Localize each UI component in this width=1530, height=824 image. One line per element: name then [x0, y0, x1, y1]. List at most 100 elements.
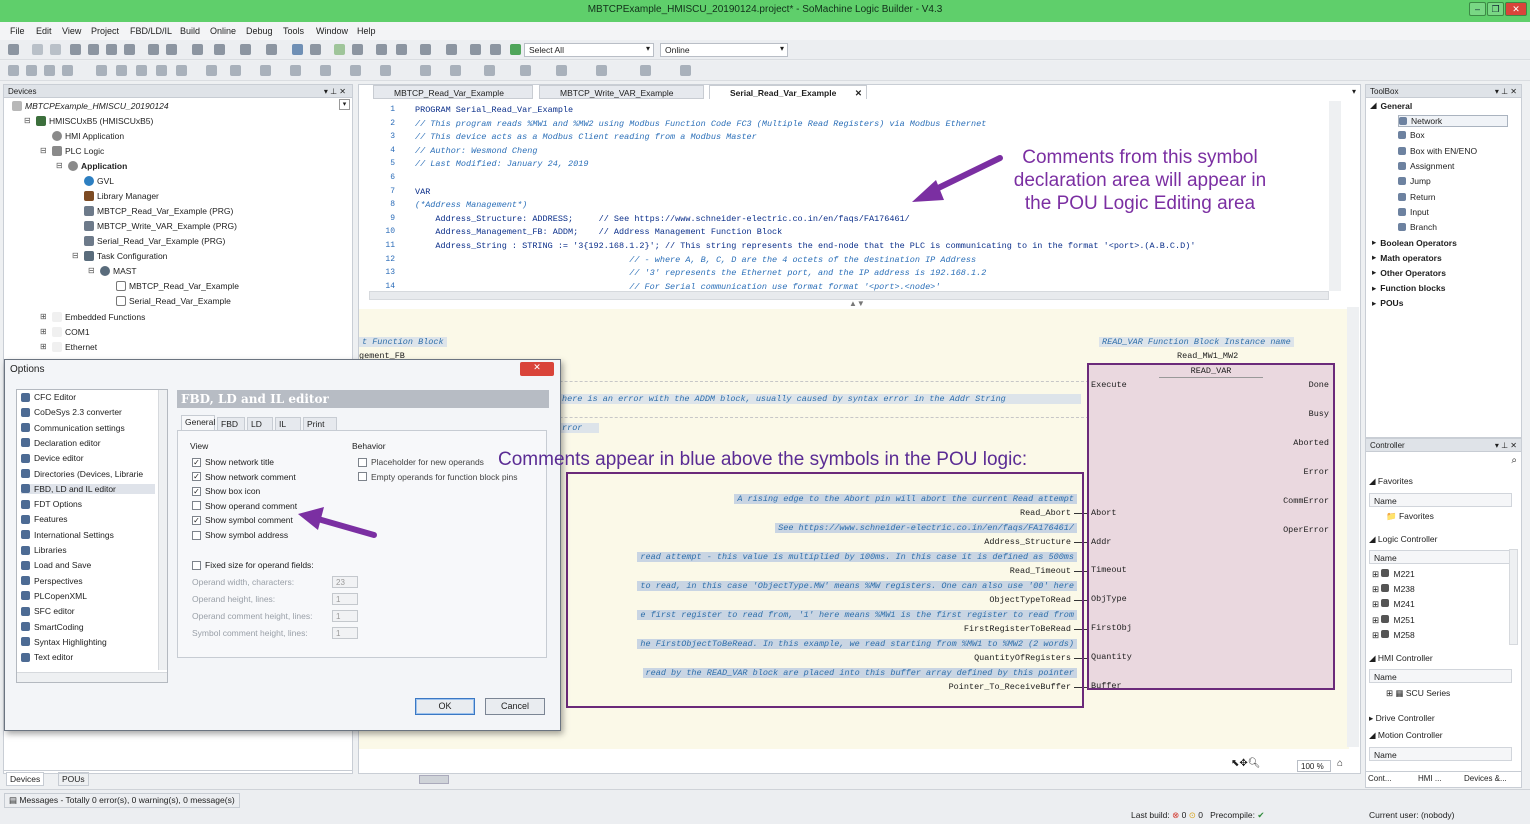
options-category[interactable]: Device editor — [21, 453, 84, 463]
toolbox-item[interactable]: Branch — [1398, 222, 1437, 232]
code-line[interactable]: // Last Modified: January 24, 2019 — [415, 159, 588, 169]
options-tab[interactable]: LD — [247, 417, 273, 431]
jump-icon[interactable] — [62, 65, 73, 76]
contact-icon[interactable] — [96, 65, 107, 76]
find-icon[interactable] — [148, 44, 159, 55]
tree-icon[interactable] — [640, 65, 651, 76]
spin-field[interactable]: 1 — [332, 627, 358, 639]
add-object-icon[interactable] — [214, 44, 225, 55]
behavior-checkbox[interactable]: Placeholder for new operands — [358, 457, 484, 467]
comment-icon[interactable] — [420, 65, 431, 76]
build-icon[interactable] — [240, 44, 251, 55]
tree-node-embedded[interactable]: Embedded Functions — [52, 312, 145, 322]
code-line[interactable]: // Author: Wesmond Cheng — [415, 146, 537, 156]
tab-pous[interactable]: POUs — [58, 772, 89, 786]
menu-file[interactable]: File — [10, 26, 25, 36]
code-line[interactable]: PROGRAM Serial_Read_Var_Example — [415, 105, 573, 115]
set-coil-icon[interactable] — [156, 65, 167, 76]
tree-dropdown[interactable]: ▾ — [339, 99, 350, 110]
tree-node-mast[interactable]: MAST — [100, 266, 137, 276]
group-logic-controller[interactable]: ◢ Logic Controller — [1369, 534, 1437, 545]
expand-icon[interactable]: ⊞ — [40, 327, 47, 336]
logic-vertical-scrollbar[interactable] — [1347, 307, 1359, 747]
tree-node-task1[interactable]: MBTCP_Read_Var_Example — [116, 281, 239, 291]
zoom-icon[interactable]: ⌂ — [1337, 758, 1343, 769]
expand-icon[interactable]: ⊟ — [40, 146, 47, 155]
toolbox-item[interactable]: Jump — [1398, 176, 1431, 186]
spin-field[interactable]: 23 — [332, 576, 358, 588]
hmi-item[interactable]: ⊞ ▦ SCU Series — [1386, 688, 1450, 699]
print-icon[interactable] — [8, 44, 19, 55]
expand-icon[interactable]: ⊟ — [56, 161, 63, 170]
list-scrollbar[interactable] — [158, 390, 167, 670]
model-item[interactable]: ⊞ M221 — [1372, 569, 1415, 580]
column-name[interactable]: Name — [1369, 747, 1512, 761]
label-icon[interactable] — [380, 65, 391, 76]
options-category[interactable]: Libraries — [21, 545, 67, 555]
options-category[interactable]: SmartCoding — [21, 622, 84, 632]
toggle-icon[interactable] — [450, 65, 461, 76]
tree-node-task-config[interactable]: Task Configuration — [84, 251, 167, 261]
group-hmi-controller[interactable]: ◢ HMI Controller — [1369, 653, 1433, 664]
fixed-size-checkbox[interactable]: Fixed size for operand fields: — [192, 560, 314, 570]
view-checkbox[interactable]: Show symbol address — [192, 530, 288, 540]
options-category[interactable]: CFC Editor — [21, 392, 76, 402]
column-name[interactable]: Name — [1369, 493, 1512, 507]
group-motion-controller[interactable]: ◢ Motion Controller — [1369, 730, 1443, 741]
menu-window[interactable]: Window — [316, 26, 348, 36]
toolbox-group-general[interactable]: ◢ General — [1370, 100, 1412, 111]
menu-build[interactable]: Build — [180, 26, 200, 36]
splitter-handle[interactable]: ▲▼ — [849, 299, 865, 308]
coil-icon[interactable] — [136, 65, 147, 76]
tree-node-plc-logic[interactable]: PLC Logic — [52, 146, 104, 156]
logic-horizontal-scrollbar[interactable] — [369, 775, 1229, 784]
select-combo[interactable]: Select All ▾ — [524, 43, 654, 57]
options-tab[interactable]: General — [181, 415, 215, 431]
login-icon[interactable] — [292, 44, 303, 55]
code-line[interactable]: Address_String : STRING := '3{192.168.1.… — [415, 241, 1195, 251]
options-category[interactable]: FDT Options — [21, 499, 82, 509]
options-tab[interactable]: Print — [303, 417, 337, 431]
menu-edit[interactable]: Edit — [36, 26, 52, 36]
tree-node-pou2[interactable]: MBTCP_Write_VAR_Example (PRG) — [84, 221, 237, 231]
negate-icon[interactable] — [206, 65, 217, 76]
tree-node-hmi-app[interactable]: HMI Application — [52, 131, 124, 141]
favorites-item[interactable]: 📁 Favorites — [1386, 511, 1434, 522]
output-icon[interactable] — [320, 65, 331, 76]
tree-node-com1[interactable]: COM1 — [52, 327, 90, 337]
pin-icon[interactable]: ▾ ⊥ ✕ — [1495, 87, 1517, 96]
code-line[interactable]: VAR — [415, 187, 430, 197]
pin-icon[interactable]: ▾ ⊥ ✕ — [324, 87, 346, 96]
menu-project[interactable]: Project — [91, 26, 119, 36]
options-category[interactable]: Declaration editor — [21, 438, 101, 448]
arrow-icon[interactable] — [484, 65, 495, 76]
tree-node-pou1[interactable]: MBTCP_Read_Var_Example (PRG) — [84, 206, 233, 216]
tree-node-task2[interactable]: Serial_Read_Var_Example — [116, 296, 231, 306]
toolbox-item[interactable]: Input — [1398, 207, 1429, 217]
options-tab[interactable]: IL — [275, 417, 301, 431]
view-checkbox[interactable]: ✓ Show symbol comment — [192, 515, 293, 525]
force-icon[interactable] — [446, 44, 457, 55]
behavior-checkbox[interactable]: Empty operands for function block pins — [358, 472, 517, 482]
tools-icon[interactable] — [680, 65, 691, 76]
return-icon[interactable] — [350, 65, 361, 76]
options-category[interactable]: Perspectives — [21, 576, 83, 586]
toolbox-group[interactable]: ▸ Math operators — [1372, 252, 1442, 263]
start-icon[interactable] — [334, 44, 345, 55]
parallel-contact-icon[interactable] — [116, 65, 127, 76]
expand-icon[interactable]: ⊟ — [72, 251, 79, 260]
toolbox-item[interactable]: Box with EN/ENO — [1398, 146, 1477, 156]
zoom-level[interactable]: 100 % — [1297, 760, 1331, 772]
box-icon[interactable] — [26, 65, 37, 76]
close-button[interactable]: ✕ — [1505, 2, 1527, 16]
tab-devices[interactable]: Devices — [6, 772, 45, 786]
online-combo[interactable]: Online ▾ — [660, 43, 788, 57]
toolbox-group[interactable]: ▸ Other Operators — [1372, 267, 1446, 278]
redo-icon[interactable] — [50, 44, 61, 55]
model-item[interactable]: ⊞ M251 — [1372, 614, 1415, 626]
branch-icon[interactable] — [260, 65, 271, 76]
group-drive-controller[interactable]: ▸ Drive Controller — [1369, 713, 1435, 724]
options-category[interactable]: Communication settings — [21, 423, 125, 433]
tab-dropdown-icon[interactable]: ▾ — [1352, 87, 1356, 96]
tree-node-hmiscu[interactable]: HMISCUxB5 (HMISCUxB5) — [36, 116, 153, 126]
